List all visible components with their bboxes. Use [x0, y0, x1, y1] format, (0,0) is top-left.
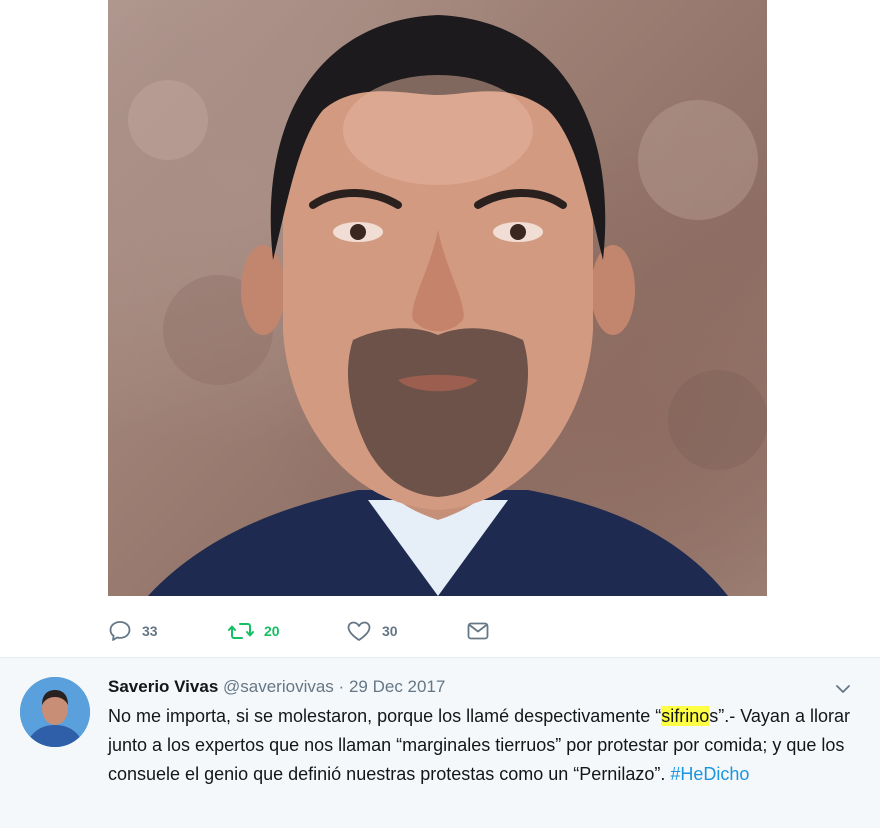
- tweet-text: No me importa, si se molestaron, porque …: [108, 702, 858, 789]
- chevron-down-icon[interactable]: [834, 680, 852, 698]
- retweet-action[interactable]: 20: [228, 618, 280, 644]
- retweet-count: 20: [264, 623, 280, 639]
- like-count: 30: [382, 623, 398, 639]
- author-handle[interactable]: @saveriovivas: [223, 677, 334, 696]
- retweet-icon: [228, 623, 254, 639]
- tweet-photo[interactable]: [108, 0, 767, 596]
- tweet-card: 33 20 30: [0, 0, 880, 657]
- portrait-image: [128, 15, 767, 596]
- highlighted-word: sifrino: [661, 706, 710, 726]
- author-name[interactable]: Saverio Vivas: [108, 677, 218, 696]
- reply-count: 33: [142, 623, 158, 639]
- reply-header: Saverio Vivas @saveriovivas · 29 Dec 201…: [108, 677, 858, 697]
- avatar[interactable]: [20, 677, 90, 747]
- reply-action[interactable]: 33: [108, 618, 158, 644]
- reply-icon: [109, 621, 131, 641]
- like-icon: [347, 621, 371, 641]
- avatar-image: [20, 677, 90, 747]
- message-action[interactable]: [466, 618, 490, 644]
- tweet-date[interactable]: 29 Dec 2017: [349, 677, 445, 696]
- reply-content: Saverio Vivas @saveriovivas · 29 Dec 201…: [108, 677, 858, 789]
- separator-dot: ·: [338, 677, 345, 696]
- message-icon: [467, 622, 489, 640]
- like-action[interactable]: 30: [346, 618, 398, 644]
- tweet-text-start: No me importa, si se molestaron, porque …: [108, 706, 662, 726]
- hashtag-link[interactable]: #HeDicho: [670, 764, 749, 784]
- tweet-actions: 33 20 30: [108, 618, 608, 644]
